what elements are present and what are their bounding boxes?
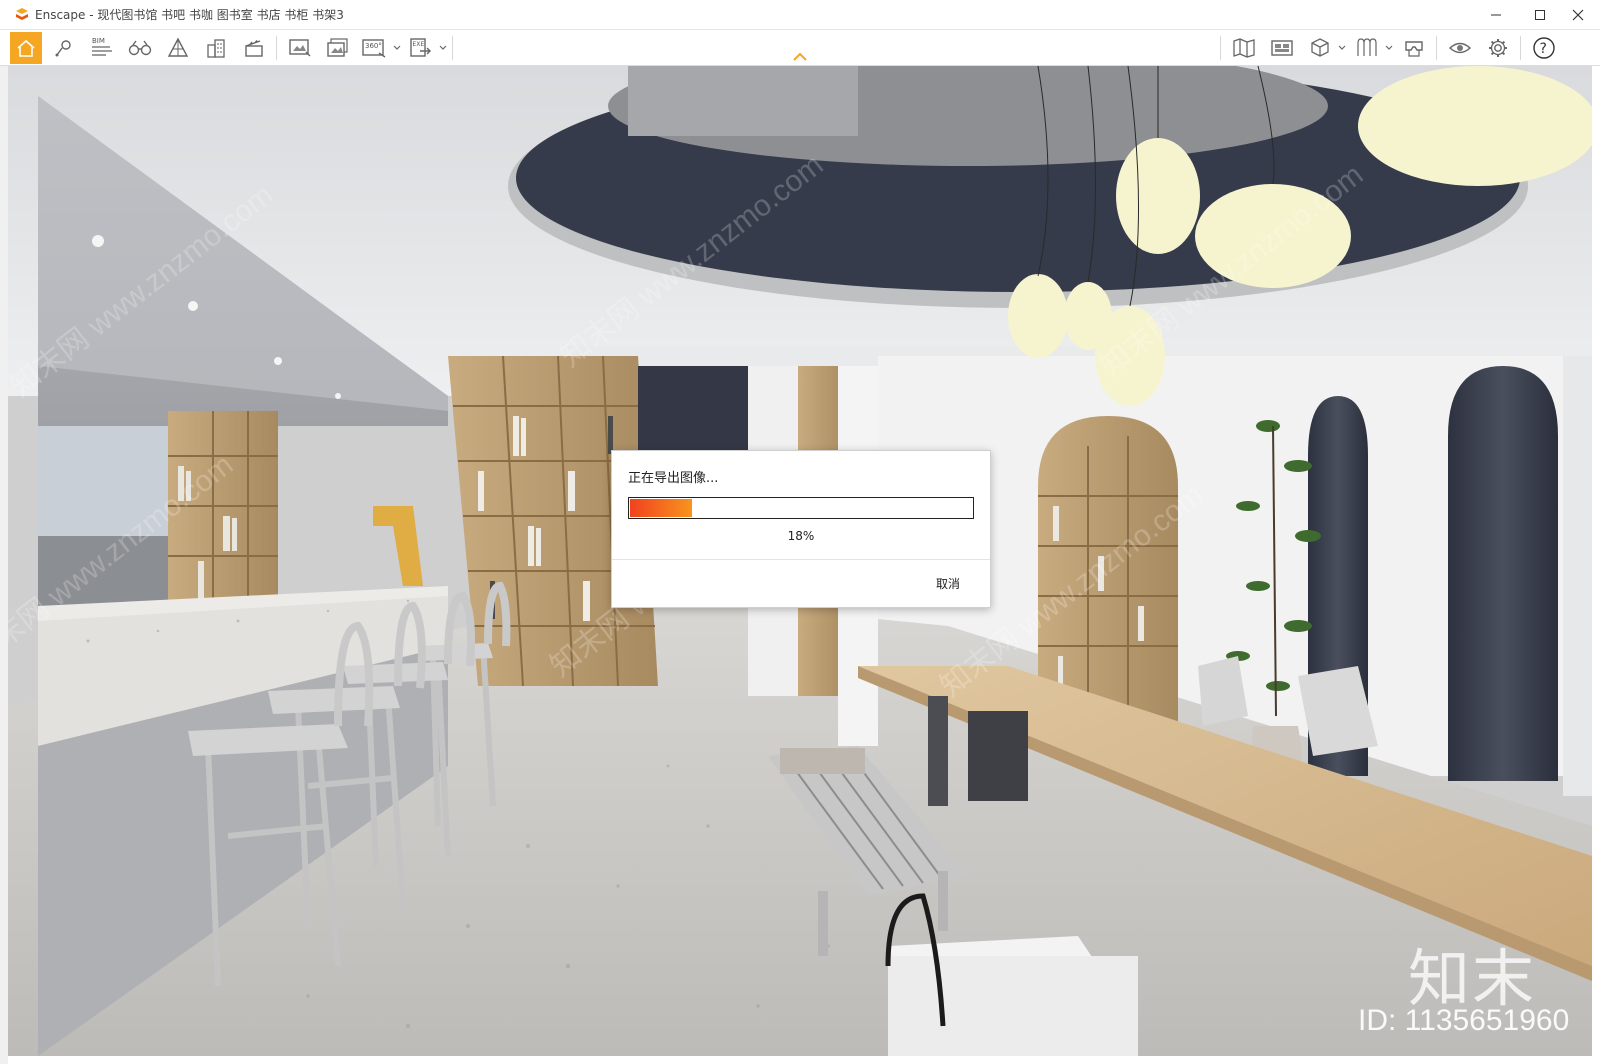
maximize-icon (1535, 10, 1545, 20)
help-button[interactable]: ? (1528, 32, 1560, 64)
bim-button[interactable]: BIM (86, 32, 118, 64)
materials-button[interactable] (1350, 32, 1382, 64)
perspective-button[interactable] (162, 32, 194, 64)
cube-dropdown-caret-icon[interactable] (1338, 44, 1346, 52)
cube-button[interactable] (1304, 32, 1336, 64)
buildings-icon (207, 39, 225, 58)
bim-icon: BIM (92, 37, 112, 56)
screenshot-icon (289, 39, 311, 57)
binoculars-button[interactable] (124, 32, 156, 64)
minimize-icon (1491, 14, 1501, 16)
map-button[interactable] (1228, 32, 1260, 64)
progress-percent: 18% (787, 529, 815, 543)
minimize-button[interactable] (1474, 0, 1518, 30)
title-bar: Enscape - 现代图书馆 书吧 书咖 图书室 书店 书柜 书架3 (0, 0, 1600, 30)
panorama-dropdown-caret-icon[interactable] (393, 44, 401, 52)
help-label: ? (1540, 41, 1547, 57)
toolbar-separator (1520, 36, 1521, 60)
panorama-label: 360° (365, 42, 382, 50)
location-icon (55, 40, 71, 57)
home-icon (17, 39, 35, 57)
bim-label: BIM (92, 37, 105, 45)
home-button[interactable] (10, 32, 42, 64)
progress-bar (628, 497, 974, 519)
close-button[interactable] (1556, 0, 1600, 30)
clapper-icon (245, 39, 263, 57)
settings-icon (1489, 39, 1507, 57)
screenshot-button[interactable] (284, 32, 316, 64)
toolbar-separator (276, 36, 277, 60)
cube-icon (1311, 38, 1329, 57)
visibility-button[interactable] (1444, 32, 1476, 64)
export-exe-button[interactable]: EXE (404, 32, 436, 64)
views-button[interactable] (1266, 32, 1298, 64)
close-icon (1572, 9, 1584, 21)
background-window-edge (0, 66, 8, 1064)
clapper-button[interactable] (238, 32, 270, 64)
cancel-button[interactable]: 取消 (936, 575, 960, 592)
export-exe-icon: EXE (410, 38, 431, 57)
toolbar-separator (1436, 36, 1437, 60)
location-button[interactable] (48, 32, 80, 64)
panorama-button[interactable]: 360° (358, 32, 390, 64)
materials-dropdown-caret-icon[interactable] (1385, 44, 1393, 52)
enscape-logo-icon (16, 8, 28, 20)
exe-label: EXE (413, 41, 425, 48)
export-dropdown-caret-icon[interactable] (439, 44, 447, 52)
visibility-icon (1448, 42, 1472, 54)
views-icon (1271, 40, 1293, 56)
dialog-title: 正在导出图像... (628, 471, 719, 486)
buildings-button[interactable] (200, 32, 232, 64)
dialog-divider (612, 559, 990, 560)
help-icon: ? (1533, 37, 1555, 59)
batch-render-icon (327, 38, 348, 57)
watermark-id: ID: 1135651960 (1358, 1004, 1570, 1037)
window-title: Enscape - 现代图书馆 书吧 书咖 图书室 书店 书柜 书架3 (35, 8, 344, 22)
materials-icon (1357, 38, 1377, 56)
progress-fill (630, 499, 692, 517)
collapse-toolbar-chevron-icon[interactable] (792, 52, 808, 62)
perspective-icon (167, 37, 189, 57)
toolbar-separator (1220, 36, 1221, 60)
vr-headset-button[interactable] (1398, 32, 1430, 64)
batch-render-button[interactable] (322, 32, 354, 64)
toolbar-separator (452, 36, 453, 60)
map-icon (1233, 38, 1255, 58)
settings-button[interactable] (1482, 32, 1514, 64)
panorama-360-icon: 360° (362, 39, 386, 58)
vr-headset-icon (1405, 41, 1423, 57)
export-progress-dialog: 正在导出图像... 18% 取消 (611, 450, 991, 608)
binoculars-icon (128, 40, 152, 56)
